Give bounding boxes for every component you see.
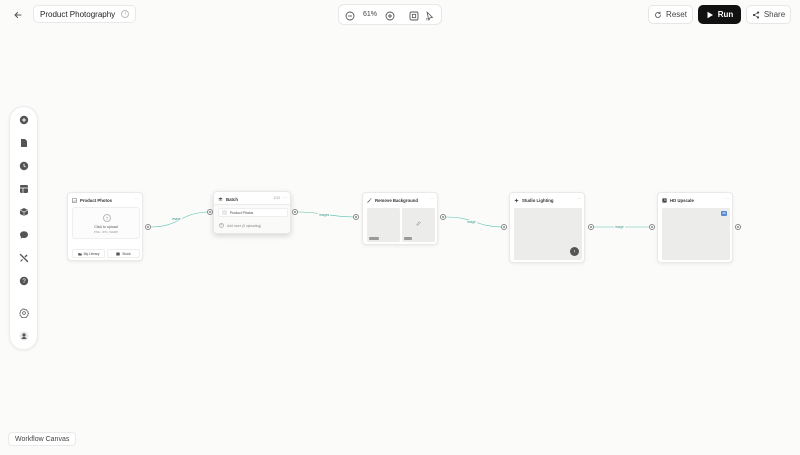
- upscale-preview: 4K: [662, 208, 730, 260]
- stock-label: Stock: [122, 251, 131, 256]
- output-port[interactable]: [440, 214, 446, 220]
- upload-hint: PNG, JPG, WEBP: [93, 230, 119, 234]
- input-port[interactable]: [353, 214, 359, 220]
- stock-image-icon: [116, 252, 120, 256]
- node-title: Remove Background: [375, 197, 418, 203]
- node-title: Product Photos: [80, 197, 112, 203]
- pen-icon: [416, 221, 421, 226]
- output-port[interactable]: [145, 224, 151, 230]
- more-icon[interactable]: ···: [430, 196, 434, 201]
- input-port[interactable]: [649, 224, 655, 230]
- edge-label: image: [171, 217, 182, 221]
- node-title: HD Upscale: [670, 197, 694, 203]
- edge-label: image: [614, 225, 625, 229]
- output-port[interactable]: [292, 209, 298, 215]
- sparkle-icon: [514, 197, 519, 203]
- more-icon[interactable]: ···: [725, 196, 729, 201]
- canvas-label: Workflow Canvas: [8, 432, 77, 446]
- edge-label: images: [318, 213, 331, 217]
- node-studio-lighting[interactable]: Studio Lighting ···: [509, 192, 585, 263]
- avatar[interactable]: [570, 247, 579, 256]
- batch-item-label: Product Photos: [230, 210, 254, 215]
- layers-icon: [218, 197, 223, 202]
- upload-icon: [103, 214, 111, 222]
- preview-tag: [404, 237, 412, 240]
- node-hd-upscale[interactable]: HD Upscale ··· 4K: [657, 192, 733, 263]
- input-preview: [367, 208, 400, 242]
- node-title: Studio Lighting: [522, 197, 554, 203]
- preview-tag: [369, 237, 379, 240]
- node-product-photos[interactable]: Product Photos ··· Click to upload PNG, …: [67, 192, 143, 261]
- batch-add-more[interactable]: + Add more (if uploading): [219, 223, 261, 228]
- output-port[interactable]: [588, 224, 594, 230]
- input-port[interactable]: [501, 224, 507, 230]
- upload-dropzone[interactable]: Click to upload PNG, JPG, WEBP: [72, 207, 140, 239]
- folder-icon: [77, 252, 82, 256]
- image-icon: [72, 197, 77, 203]
- node-batch[interactable]: Batch 1/10 ··· Product Photos + Add more…: [213, 191, 291, 234]
- node-remove-background[interactable]: Remove Background ···: [362, 192, 438, 245]
- thumbnail-icon: [222, 210, 227, 215]
- canvas-label-text: Workflow Canvas: [15, 435, 70, 443]
- resolution-badge: 4K: [721, 211, 727, 216]
- edge-label: image: [466, 220, 477, 224]
- my-library-label: My Library: [83, 251, 100, 256]
- batch-count: 1/10: [273, 196, 280, 200]
- batch-add-hint: Add more (if uploading): [227, 223, 262, 228]
- lighting-preview: [514, 208, 582, 260]
- more-icon[interactable]: ···: [283, 195, 287, 200]
- batch-item[interactable]: Product Photos: [218, 208, 288, 217]
- upload-title: Click to upload: [94, 225, 118, 229]
- stock-button[interactable]: Stock: [107, 249, 140, 258]
- output-preview: [402, 208, 435, 242]
- node-title: Batch: [226, 196, 238, 202]
- output-port[interactable]: [735, 224, 741, 230]
- more-icon[interactable]: ···: [135, 196, 139, 201]
- upscale-icon: [662, 197, 667, 203]
- plus-icon: +: [219, 222, 224, 228]
- magic-wand-icon: [367, 197, 372, 203]
- more-icon[interactable]: ···: [577, 196, 581, 201]
- my-library-button[interactable]: My Library: [72, 249, 105, 258]
